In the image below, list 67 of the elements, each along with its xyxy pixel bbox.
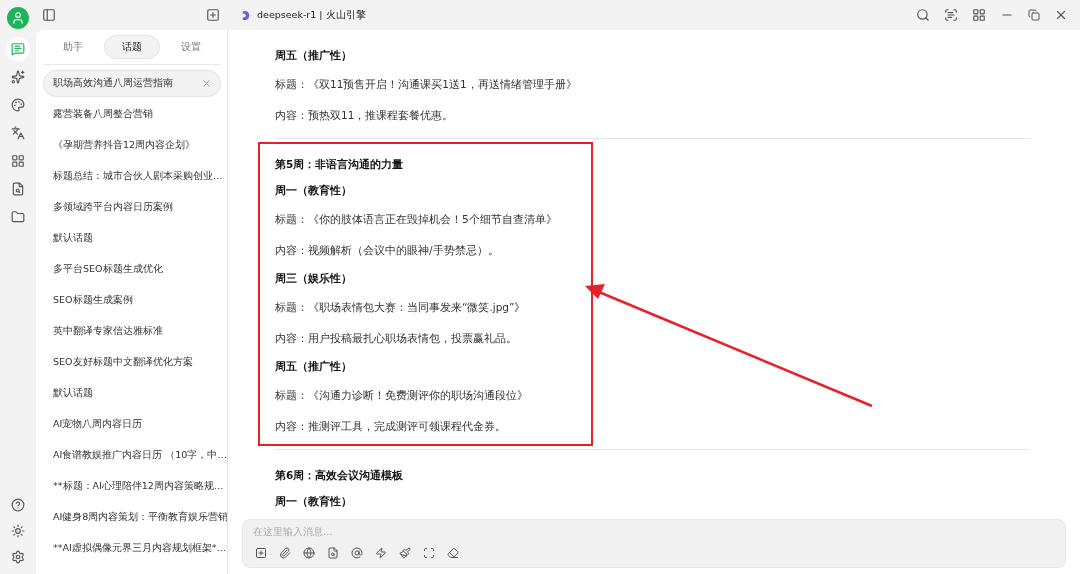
search-icon[interactable]	[914, 6, 932, 24]
message-text: 标题：《双11预售开启！沟通课买1送1，再送情绪管理手册》	[275, 76, 578, 92]
topic-title: 默认话题	[53, 232, 94, 245]
new-topic-icon[interactable]	[204, 6, 222, 24]
topic-title: AI健身8周内容策划：平衡教育娱乐营销	[53, 511, 227, 524]
restore-icon[interactable]	[1026, 7, 1042, 23]
eraser-icon[interactable]	[445, 545, 461, 561]
section-heading: 周五（推广性）	[275, 359, 353, 374]
grid-icon[interactable]	[970, 6, 988, 24]
file-search-icon[interactable]	[325, 545, 341, 561]
paperclip-icon[interactable]	[277, 545, 293, 561]
topic-item[interactable]: 多领域跨平台内容日历案例	[43, 194, 221, 221]
topic-item[interactable]: 职场高效沟通八周运营指南	[43, 70, 221, 97]
message-text: 内容：预热双11，推课程套餐优惠。	[275, 107, 455, 123]
message-text: 内容：用户投稿最扎心职场表情包，投票赢礼品。	[275, 330, 518, 346]
logo-icon	[240, 9, 251, 21]
topic-item[interactable]: 《孕期营养抖音12周内容企划》	[43, 132, 221, 159]
sidebar-tab[interactable]: 话题	[104, 35, 160, 59]
message-text: 内容：视频解析（会议中的眼神/手势禁忌）。	[275, 242, 500, 258]
topic-item[interactable]: SEO标题生成案例	[43, 287, 221, 314]
sidebar-tab[interactable]: 助手	[44, 35, 101, 59]
topic-item[interactable]: 默认话题	[43, 380, 221, 407]
scan-text-icon[interactable]	[942, 6, 960, 24]
message-text: 标题：《职场表情包大赛：当同事发来“微笑.jpg”》	[275, 299, 527, 315]
new-topic-icon[interactable]	[253, 545, 269, 561]
topic-item[interactable]: 英中翻译专家信达雅标准	[43, 318, 221, 345]
brush-icon[interactable]	[397, 545, 413, 561]
topic-title: SEO友好标题中文翻译优化方案	[53, 356, 194, 369]
message-text: 标题：《你的肢体语言正在毁掉机会！5个细节自查清单》	[275, 211, 558, 227]
topic-item[interactable]: SEO友好标题中文翻译优化方案	[43, 349, 221, 376]
topic-title: SEO标题生成案例	[53, 294, 134, 307]
section-heading: 第6周：高效会议沟通模板	[275, 468, 405, 483]
section-heading: 周一（教育性）	[275, 494, 353, 509]
topic-title: 英中翻译专家信达雅标准	[53, 325, 164, 338]
expand-icon[interactable]	[421, 545, 437, 561]
topic-title: **AI虚拟偶像元界三月内容规划框架*…	[53, 542, 227, 555]
sidebar-tab[interactable]: 设置	[163, 35, 220, 59]
topic-item[interactable]: 标题总结：城市合伙人剧本采购创业…	[43, 163, 221, 190]
message-text: 标题：《沟通力诊断！免费测评你的职场沟通段位》	[275, 387, 529, 403]
section-heading: 第5周：非语言沟通的力量	[275, 157, 405, 172]
topic-title: AI宠物八周内容日历	[53, 418, 144, 431]
help-icon[interactable]	[9, 496, 27, 514]
sun-icon[interactable]	[9, 522, 27, 540]
topic-item[interactable]: AI宠物八周内容日历	[43, 411, 221, 438]
window-title: deepseek-r1 | 火山引擎	[257, 8, 366, 22]
at-sign-icon[interactable]	[349, 545, 365, 561]
lightning-icon[interactable]	[373, 545, 389, 561]
section-heading: 周三（娱乐性）	[275, 271, 353, 286]
topic-title: **标题：AI心理陪伴12周内容策略规…	[53, 480, 224, 493]
topic-title: 标题总结：城市合伙人剧本采购创业…	[53, 170, 223, 183]
topic-item[interactable]: 露营装备八周整合营销	[43, 101, 221, 128]
topic-title: 《孕期营养抖音12周内容企划》	[53, 139, 197, 152]
sidebar-toggle-icon[interactable]	[40, 6, 58, 24]
topic-title: 多领域跨平台内容日历案例	[53, 201, 174, 214]
topic-title: 默认话题	[53, 387, 94, 400]
settings-icon[interactable]	[9, 548, 27, 566]
topic-title: 职场高效沟通八周运营指南	[53, 77, 174, 90]
topic-item[interactable]: **标题：AI心理陪伴12周内容策略规…	[43, 473, 221, 500]
topic-item[interactable]: 多平台SEO标题生成优化	[43, 256, 221, 283]
message-text: 内容：推测评工具，完成测评可领课程代金券。	[275, 418, 507, 434]
topic-title: AI食谱教娱推广内容日历 （10字，中…	[53, 449, 227, 462]
section-heading: 周一（教育性）	[275, 183, 353, 198]
globe-icon[interactable]	[301, 545, 317, 561]
section-heading: 周五（推广性）	[275, 48, 353, 63]
topic-title: 露营装备八周整合营销	[53, 108, 154, 121]
topic-title: 多平台SEO标题生成优化	[53, 263, 164, 276]
topic-item[interactable]: 默认话题	[43, 225, 221, 252]
